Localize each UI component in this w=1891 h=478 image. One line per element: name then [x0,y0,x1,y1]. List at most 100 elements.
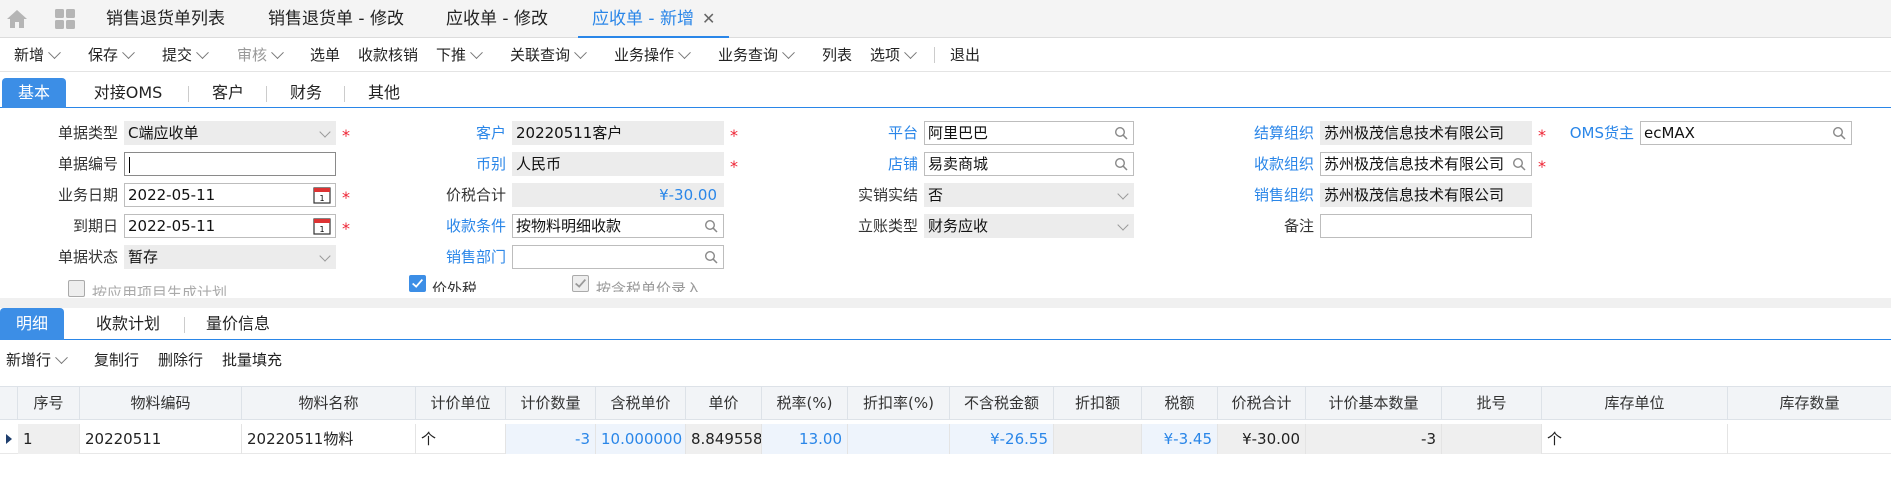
oms-owner-input[interactable]: ecMAX [1640,121,1852,145]
cell-base-qty[interactable]: -3 [1306,424,1442,454]
write-off-button[interactable]: 收款核销 [358,38,418,72]
batch-fill-button[interactable]: 批量填充 [222,344,282,376]
cell-price-qty[interactable]: -3 [506,424,596,454]
tab-oms[interactable]: 对接OMS [80,78,176,108]
col-discount-rate[interactable]: 折扣率(%) [848,387,950,419]
cell-amount-excl-tax[interactable]: ¥-26.55 [950,424,1054,454]
tab-receivable-new[interactable]: 应收单 - 新增 ✕ [578,0,730,38]
home-icon[interactable] [4,6,30,32]
col-stock-qty[interactable]: 库存数量 [1728,387,1891,419]
tab-qty-price[interactable]: 量价信息 [198,308,278,340]
shop-label[interactable]: 店铺 [800,152,918,176]
delete-row-button[interactable]: 删除行 [158,344,203,376]
search-icon[interactable] [1512,157,1526,171]
calendar-icon[interactable]: 1 [313,186,331,204]
new-button[interactable]: 新增 [14,38,61,72]
sales-org-field[interactable]: 苏州极茂信息技术有限公司 [1320,183,1532,207]
options-button[interactable]: 选项 [870,38,917,72]
partial-plan-checkbox[interactable] [68,280,85,297]
shop-input[interactable]: 易卖商城 [924,152,1134,176]
settle-org-field[interactable]: 苏州极茂信息技术有限公司 [1320,121,1532,145]
col-tax-rate[interactable]: 税率(%) [762,387,848,419]
cell-stock-unit[interactable]: 个 [1542,424,1728,454]
pay-cond-input[interactable]: 按物料明细收款 [512,214,724,238]
cell-tax-amt[interactable]: ¥-3.45 [1142,424,1218,454]
cell-unit-price[interactable]: 8.849558 [686,424,762,454]
col-amount-excl-tax[interactable]: 不含税金额 [950,387,1054,419]
tab-sales-return-edit[interactable]: 销售退货单 - 修改 [268,0,404,38]
platform-input[interactable]: 阿里巴巴 [924,121,1134,145]
col-material-code[interactable]: 物料编码 [80,387,242,419]
real-sale-select[interactable]: 否 [924,183,1134,207]
cell-tax-rate[interactable]: 13.00 [762,424,848,454]
sales-dept-input[interactable] [512,245,724,269]
customer-field[interactable]: 20220511客户 [512,121,724,145]
currency-field[interactable]: 人民币 [512,152,724,176]
tab-finance[interactable]: 财务 [280,78,332,108]
col-tax-price[interactable]: 含税单价 [596,387,686,419]
tab-receivable-edit[interactable]: 应收单 - 修改 [446,0,548,38]
due-date-input[interactable]: 2022-05-11 1 [124,214,336,238]
submit-button[interactable]: 提交 [162,38,209,72]
doc-no-input[interactable] [124,152,336,176]
sales-org-label[interactable]: 销售组织 [1200,183,1314,207]
doc-type-select[interactable]: C端应收单 [124,121,336,145]
doc-status-select[interactable]: 暂存 [124,245,336,269]
cell-seq[interactable]: 1 [18,424,80,454]
col-batch[interactable]: 批号 [1442,387,1542,419]
currency-label[interactable]: 币别 [400,152,506,176]
acct-type-select[interactable]: 财务应收 [924,214,1134,238]
cell-discount-amt[interactable] [1054,424,1142,454]
cell-tax-price[interactable]: 10.000000 [596,424,686,454]
col-seq[interactable]: 序号 [18,387,80,419]
search-icon[interactable] [704,250,718,264]
col-price-unit[interactable]: 计价单位 [416,387,506,419]
col-price-qty[interactable]: 计价数量 [506,387,596,419]
col-unit-price[interactable]: 单价 [686,387,762,419]
cell-batch[interactable] [1442,424,1542,454]
search-icon[interactable] [704,219,718,233]
oms-owner-label[interactable]: OMS货主 [1560,121,1634,145]
list-button[interactable]: 列表 [822,38,852,72]
platform-label[interactable]: 平台 [800,121,918,145]
tab-basic[interactable]: 基本 [2,78,66,108]
save-button[interactable]: 保存 [88,38,135,72]
related-query-button[interactable]: 关联查询 [510,38,587,72]
add-row-button[interactable]: 新增行 [6,344,68,376]
settle-org-label[interactable]: 结算组织 [1200,121,1314,145]
table-row[interactable]: 1 20220511 20220511物料 个 -3 10.000000 8.8… [0,424,1891,454]
sales-dept-label[interactable]: 销售部门 [400,245,506,269]
tab-payment-plan[interactable]: 收款计划 [80,308,176,340]
search-icon[interactable] [1114,126,1128,140]
recv-org-label[interactable]: 收款组织 [1200,152,1314,176]
exit-button[interactable]: 退出 [950,38,980,72]
recv-org-input[interactable]: 苏州极茂信息技术有限公司 [1320,152,1532,176]
col-total-tax[interactable]: 价税合计 [1218,387,1306,419]
tab-other[interactable]: 其他 [358,78,410,108]
col-stock-unit[interactable]: 库存单位 [1542,387,1728,419]
tax-excl-checkbox[interactable] [409,275,426,292]
cell-stock-qty[interactable] [1728,424,1891,454]
close-icon[interactable]: ✕ [702,9,715,28]
tab-sales-return-list[interactable]: 销售退货单列表 [106,0,225,38]
cell-price-unit[interactable]: 个 [416,424,506,454]
cell-material-code[interactable]: 20220511 [80,424,242,454]
calendar-icon[interactable]: 1 [313,217,331,235]
pay-cond-label[interactable]: 收款条件 [400,214,506,238]
select-doc-button[interactable]: 选单 [310,38,340,72]
cell-discount-rate[interactable] [848,424,950,454]
tab-detail[interactable]: 明细 [0,308,64,340]
search-icon[interactable] [1832,126,1846,140]
audit-button[interactable]: 审核 [237,38,284,72]
tax-price-checkbox[interactable] [572,275,589,292]
apps-grid-icon[interactable] [54,8,76,30]
cell-material-name[interactable]: 20220511物料 [242,424,416,454]
biz-date-input[interactable]: 2022-05-11 1 [124,183,336,207]
col-base-qty[interactable]: 计价基本数量 [1306,387,1442,419]
tab-customer[interactable]: 客户 [202,78,254,108]
push-down-button[interactable]: 下推 [436,38,483,72]
col-tax-amt[interactable]: 税额 [1142,387,1218,419]
business-ops-button[interactable]: 业务操作 [614,38,691,72]
copy-row-button[interactable]: 复制行 [94,344,139,376]
col-discount-amt[interactable]: 折扣额 [1054,387,1142,419]
